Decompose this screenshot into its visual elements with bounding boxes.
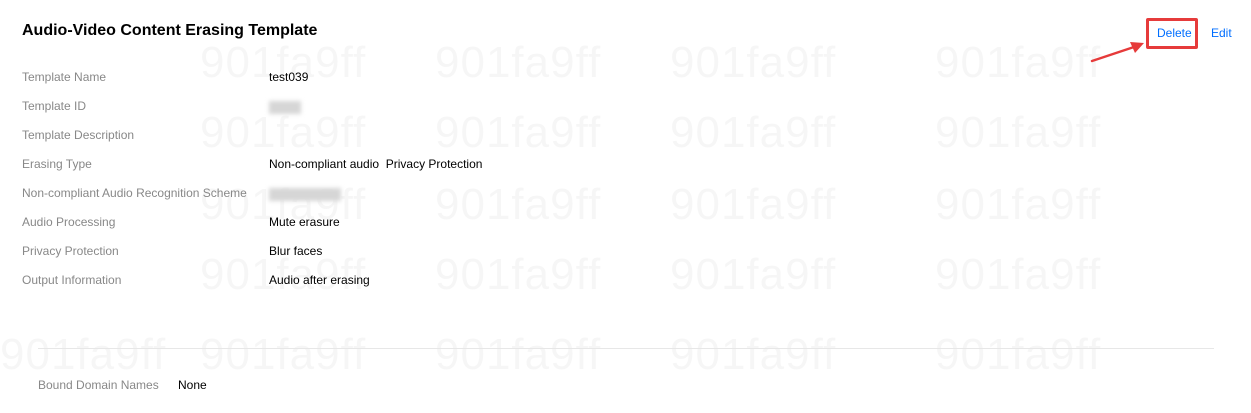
watermark: 901fa9ff (435, 180, 601, 230)
detail-label: Template ID (22, 99, 87, 113)
detail-label: Non-compliant Audio Recognition Scheme (22, 186, 247, 200)
watermark-layer: 901fa9ff 901fa9ff 901fa9ff 901fa9ff 901f… (0, 0, 1251, 413)
watermark: 901fa9ff (435, 38, 601, 88)
watermark: 901fa9ff (935, 108, 1101, 158)
watermark: 901fa9ff (200, 108, 366, 158)
detail-value-redacted (269, 99, 301, 115)
watermark: 901fa9ff (435, 250, 601, 300)
bound-domain-value: None (178, 378, 207, 392)
edit-button[interactable]: Edit (1211, 26, 1232, 40)
page-title: Audio-Video Content Erasing Template (22, 22, 318, 39)
watermark: 901fa9ff (670, 250, 836, 300)
watermark: 901fa9ff (670, 330, 836, 380)
redacted-block (269, 101, 301, 115)
detail-label: Output Information (22, 273, 122, 287)
detail-value: test039 (269, 70, 309, 84)
watermark: 901fa9ff (670, 108, 836, 158)
detail-value-redacted (269, 186, 341, 202)
watermark: 901fa9ff (670, 180, 836, 230)
redacted-block (269, 188, 341, 202)
watermark: 901fa9ff (435, 330, 601, 380)
detail-label: Privacy Protection (22, 244, 119, 258)
detail-label: Template Description (22, 128, 135, 142)
annotation-arrow-icon (1090, 42, 1144, 63)
section-divider (38, 348, 1214, 349)
detail-value: Non-compliant audio Privacy Protection (269, 157, 483, 171)
watermark: 901fa9ff (670, 38, 836, 88)
watermark: 901fa9ff (935, 330, 1101, 380)
detail-label: Template Name (22, 70, 107, 84)
detail-label: Erasing Type (22, 157, 92, 171)
watermark: 901fa9ff (200, 330, 366, 380)
highlight-box (1146, 18, 1198, 49)
watermark: 901fa9ff (935, 38, 1101, 88)
detail-label: Audio Processing (22, 215, 116, 229)
detail-value: Audio after erasing (269, 273, 370, 287)
detail-value: Blur faces (269, 244, 323, 258)
bound-domain-label: Bound Domain Names (38, 378, 159, 392)
watermark: 901fa9ff (0, 330, 166, 380)
watermark: 901fa9ff (935, 250, 1101, 300)
watermark: 901fa9ff (435, 108, 601, 158)
detail-value: Mute erasure (269, 215, 340, 229)
watermark: 901fa9ff (935, 180, 1101, 230)
